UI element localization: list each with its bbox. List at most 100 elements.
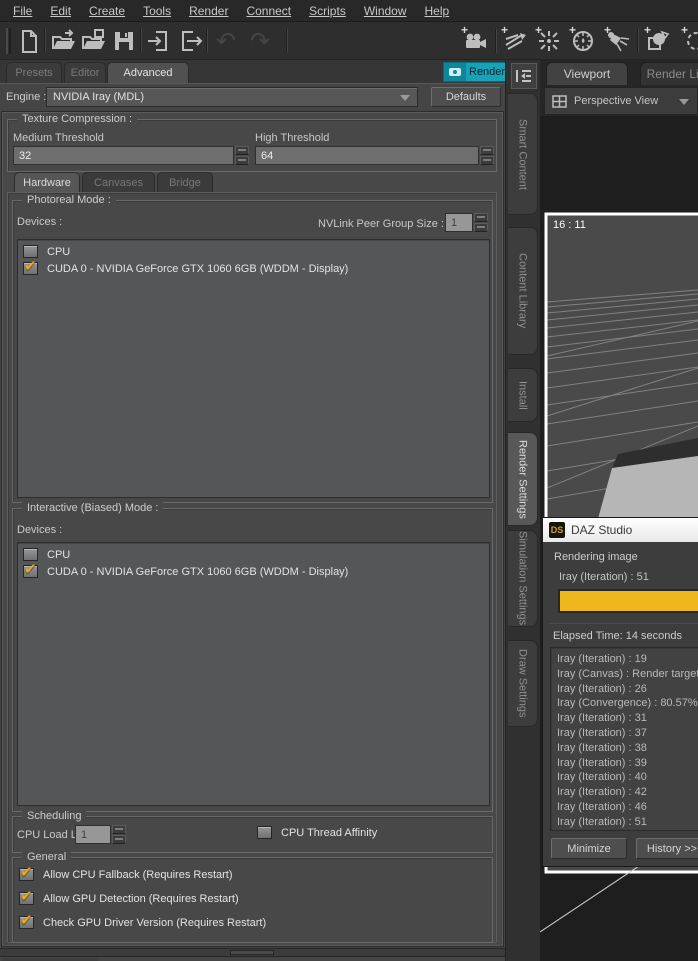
- cpu-load-limit-spinner[interactable]: [112, 825, 126, 844]
- texture-compression-group: Texture Compression : Medium Threshold 3…: [7, 113, 497, 172]
- allow-cpu-fallback-row[interactable]: Allow CPU Fallback (Requires Restart): [19, 863, 233, 881]
- log-entry: Iray (Iteration) : 19: [557, 653, 647, 665]
- high-threshold-field[interactable]: 64: [255, 146, 479, 165]
- main-toolbar: ↶ ↷: [0, 22, 698, 60]
- cpu-thread-affinity-checkbox[interactable]: [257, 826, 272, 839]
- daz-studio-window: File Edit Create Tools Render Connect Sc…: [0, 0, 698, 961]
- allow-gpu-detection-checkbox[interactable]: [19, 887, 34, 905]
- menu-help[interactable]: Help: [416, 2, 459, 20]
- high-threshold-spinner[interactable]: [480, 146, 494, 165]
- cuda0-checkbox[interactable]: [23, 257, 38, 275]
- tab-hardware[interactable]: Hardware: [14, 172, 80, 193]
- tab-editor[interactable]: Editor: [64, 62, 106, 83]
- menu-scripts[interactable]: Scripts: [300, 2, 355, 20]
- dialog-divider: [549, 623, 698, 624]
- toolbar-drag-handle[interactable]: [6, 28, 11, 54]
- pane-menu-icon[interactable]: [511, 63, 537, 89]
- medium-threshold-label: Medium Threshold: [13, 132, 104, 144]
- device-row-cuda0[interactable]: CUDA 0 - NVIDIA GeForce GTX 1060 6GB (WD…: [23, 560, 348, 579]
- new-null-icon[interactable]: [681, 23, 698, 56]
- interactive-devices-list[interactable]: CPU CUDA 0 - NVIDIA GeForce GTX 1060 6GB…: [17, 542, 490, 806]
- menu-connect[interactable]: Connect: [237, 2, 300, 20]
- menu-render[interactable]: Render: [180, 2, 237, 20]
- log-entry: Iray (Iteration) : 37: [557, 726, 647, 739]
- tab-presets[interactable]: Presets: [6, 62, 62, 83]
- new-spotlight-icon[interactable]: [604, 23, 632, 56]
- render-settings-tabbar: Presets Editor Advanced Render: [0, 60, 509, 84]
- new-primitive-icon[interactable]: [644, 23, 672, 56]
- new-distant-light-icon[interactable]: [501, 23, 529, 56]
- dock-tab-install[interactable]: Install: [508, 368, 538, 422]
- view-selector[interactable]: Perspective View: [544, 87, 698, 115]
- allow-gpu-detection-row[interactable]: Allow GPU Detection (Requires Restart): [19, 887, 239, 905]
- dialog-title-bar[interactable]: DS DAZ Studio: [543, 518, 698, 542]
- tab-render-library[interactable]: Render Lib: [640, 62, 698, 85]
- allow-cpu-fallback-checkbox[interactable]: [19, 863, 34, 881]
- menu-window[interactable]: Window: [355, 2, 416, 20]
- dock-tab-content-library[interactable]: Content Library: [508, 227, 538, 355]
- cpu-load-limit-field[interactable]: 1: [75, 825, 111, 844]
- dock-tab-draw-settings[interactable]: Draw Settings: [508, 640, 538, 727]
- new-linear-point-light-icon[interactable]: [569, 23, 597, 56]
- render-log-list[interactable]: Iray (Iteration) : 19 Iray (Canvas) : Re…: [550, 647, 698, 831]
- new-point-light-icon[interactable]: [535, 23, 563, 56]
- dock-tab-simulation-settings[interactable]: Simulation Settings: [508, 530, 538, 627]
- medium-threshold-spinner[interactable]: [235, 146, 249, 165]
- new-camera-icon[interactable]: [461, 23, 489, 56]
- check-gpu-driver-row[interactable]: Check GPU Driver Version (Requires Resta…: [19, 911, 266, 929]
- photoreal-devices-list[interactable]: CPU CUDA 0 - NVIDIA GeForce GTX 1060 6GB…: [17, 239, 490, 498]
- engine-dropdown[interactable]: NVIDIA Iray (MDL): [46, 87, 418, 107]
- render-settings-pane: Presets Editor Advanced Render Engine : …: [0, 60, 509, 961]
- medium-threshold-field[interactable]: 32: [13, 146, 234, 165]
- menu-create[interactable]: Create: [80, 2, 134, 20]
- menu-file[interactable]: File: [4, 2, 41, 20]
- general-group: General Allow CPU Fallback (Requires Res…: [12, 851, 493, 943]
- toolbar-separator: [140, 29, 142, 53]
- menu-edit[interactable]: Edit: [41, 2, 80, 20]
- cuda0-checkbox[interactable]: [23, 560, 38, 578]
- toolbar-separator: [286, 29, 288, 53]
- check-gpu-driver-checkbox[interactable]: [19, 911, 34, 929]
- nvlink-spinner[interactable]: [474, 213, 488, 232]
- tab-canvases[interactable]: Canvases: [82, 172, 155, 193]
- dock-tab-smart-content[interactable]: Smart Content: [508, 93, 538, 215]
- render-camera-icon: [444, 63, 466, 81]
- log-entry: Iray (Convergence) : 80.57%: [557, 697, 698, 710]
- elapsed-time-label: Elapsed Time: 14 seconds: [553, 630, 683, 642]
- minimize-button[interactable]: Minimize: [551, 838, 627, 859]
- aspect-ratio-label: 16 : 11: [553, 219, 586, 231]
- open-file-icon[interactable]: [50, 26, 78, 56]
- tab-viewport[interactable]: Viewport: [546, 62, 628, 85]
- toolbar-separator: [44, 29, 46, 53]
- dock-tab-render-settings[interactable]: Render Settings: [508, 432, 538, 526]
- save-file-icon[interactable]: [110, 26, 138, 56]
- render-button[interactable]: Render: [443, 62, 509, 82]
- log-entry: Iray (Iteration) : 38: [557, 741, 647, 754]
- defaults-button[interactable]: Defaults: [431, 87, 501, 107]
- render-progress-dialog: DS DAZ Studio Rendering image Iray (Iter…: [542, 517, 698, 867]
- horizontal-splitter[interactable]: [0, 948, 505, 957]
- merge-file-icon[interactable]: [80, 26, 108, 56]
- viewport-grid-icon: [552, 94, 567, 108]
- import-file-icon[interactable]: [145, 26, 173, 56]
- export-file-icon[interactable]: [176, 26, 204, 56]
- view-selector-label: Perspective View: [574, 95, 659, 107]
- new-file-icon[interactable]: [15, 26, 43, 56]
- cpu-thread-affinity-row[interactable]: CPU Thread Affinity: [257, 826, 377, 839]
- tab-advanced[interactable]: Advanced: [107, 62, 189, 83]
- device-row-cuda0[interactable]: CUDA 0 - NVIDIA GeForce GTX 1060 6GB (WD…: [23, 257, 348, 276]
- render-progress-bar: [558, 589, 698, 613]
- interactive-mode-group: Interactive (Biased) Mode : Devices : CP…: [12, 502, 493, 812]
- menu-tools[interactable]: Tools: [134, 2, 180, 20]
- texture-compression-title: Texture Compression :: [17, 113, 138, 125]
- daz-logo-icon: DS: [549, 522, 565, 538]
- history-button[interactable]: History >>: [636, 838, 698, 859]
- nvlink-field[interactable]: 1: [445, 213, 473, 232]
- tab-bridge[interactable]: Bridge: [157, 172, 213, 193]
- log-entry: Iray (Iteration) : 31: [557, 712, 647, 725]
- scheduling-title: Scheduling: [22, 810, 87, 822]
- engine-label: Engine :: [6, 91, 47, 103]
- splitter-grip[interactable]: [230, 950, 274, 955]
- menu-bar: File Edit Create Tools Render Connect Sc…: [0, 0, 698, 22]
- dock-tab-strip: Smart Content Content Library Install Re…: [505, 60, 540, 961]
